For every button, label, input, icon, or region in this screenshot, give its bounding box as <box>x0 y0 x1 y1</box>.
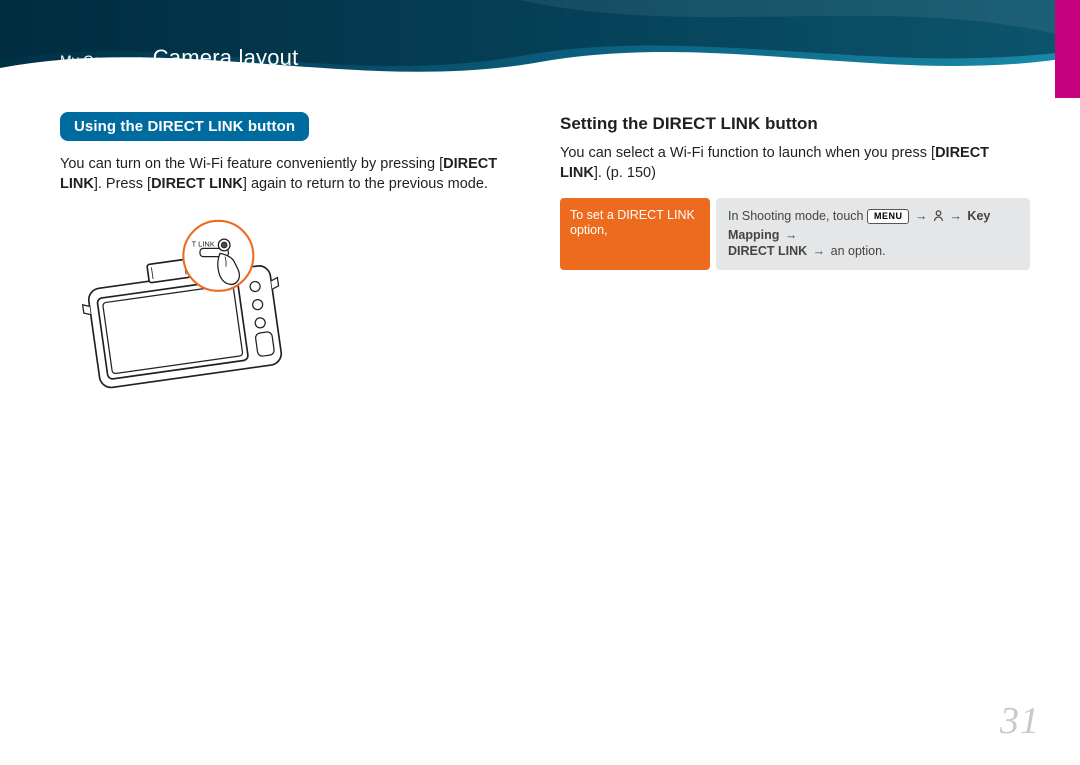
left-body: You can turn on the Wi-Fi feature conven… <box>60 155 530 194</box>
arrow-icon: → <box>811 244 828 258</box>
bold-text: DIRECT LINK <box>151 176 243 192</box>
text: an option. <box>831 244 886 258</box>
manual-page: My Camera > Camera layout Using the DIRE… <box>0 0 1080 765</box>
bold-text: DIRECT LINK <box>728 244 807 258</box>
left-column: Using the DIRECT LINK button You can tur… <box>60 112 530 725</box>
user-icon <box>933 210 944 227</box>
menu-key-icon: MENU <box>867 209 910 224</box>
right-heading: Setting the DIRECT LINK button <box>560 114 1030 134</box>
text: ]. (p. 150) <box>594 165 656 181</box>
instruction-steps: In Shooting mode, touch MENU → → Key Map… <box>716 198 1030 271</box>
text: You can select a Wi-Fi function to launc… <box>560 145 935 161</box>
arrow-icon: → <box>913 209 930 223</box>
text: You can turn on the Wi-Fi feature conven… <box>60 156 443 172</box>
breadcrumb-root: My Camera > <box>60 52 147 68</box>
text: ] again to return to the previous mode. <box>243 176 488 192</box>
text: ]. Press [ <box>94 176 151 192</box>
text: In Shooting mode, touch <box>728 209 867 223</box>
instruction-label: To set a DIRECT LINK option, <box>560 198 710 271</box>
right-column: Setting the DIRECT LINK button You can s… <box>560 112 1030 725</box>
right-body: You can select a Wi-Fi function to launc… <box>560 144 1030 183</box>
arrow-icon: → <box>947 209 964 223</box>
content-columns: Using the DIRECT LINK button You can tur… <box>60 112 1030 725</box>
instruction-row: To set a DIRECT LINK option, In Shooting… <box>560 198 1030 271</box>
breadcrumb: My Camera > Camera layout <box>60 45 298 71</box>
breadcrumb-current: Camera layout <box>153 45 299 70</box>
arrow-icon: → <box>783 228 800 242</box>
svg-text:T LINK: T LINK <box>192 240 215 249</box>
camera-illustration: T LINK <box>60 210 310 398</box>
page-number: 31 <box>1000 699 1040 743</box>
section-lozenge: Using the DIRECT LINK button <box>60 112 309 141</box>
